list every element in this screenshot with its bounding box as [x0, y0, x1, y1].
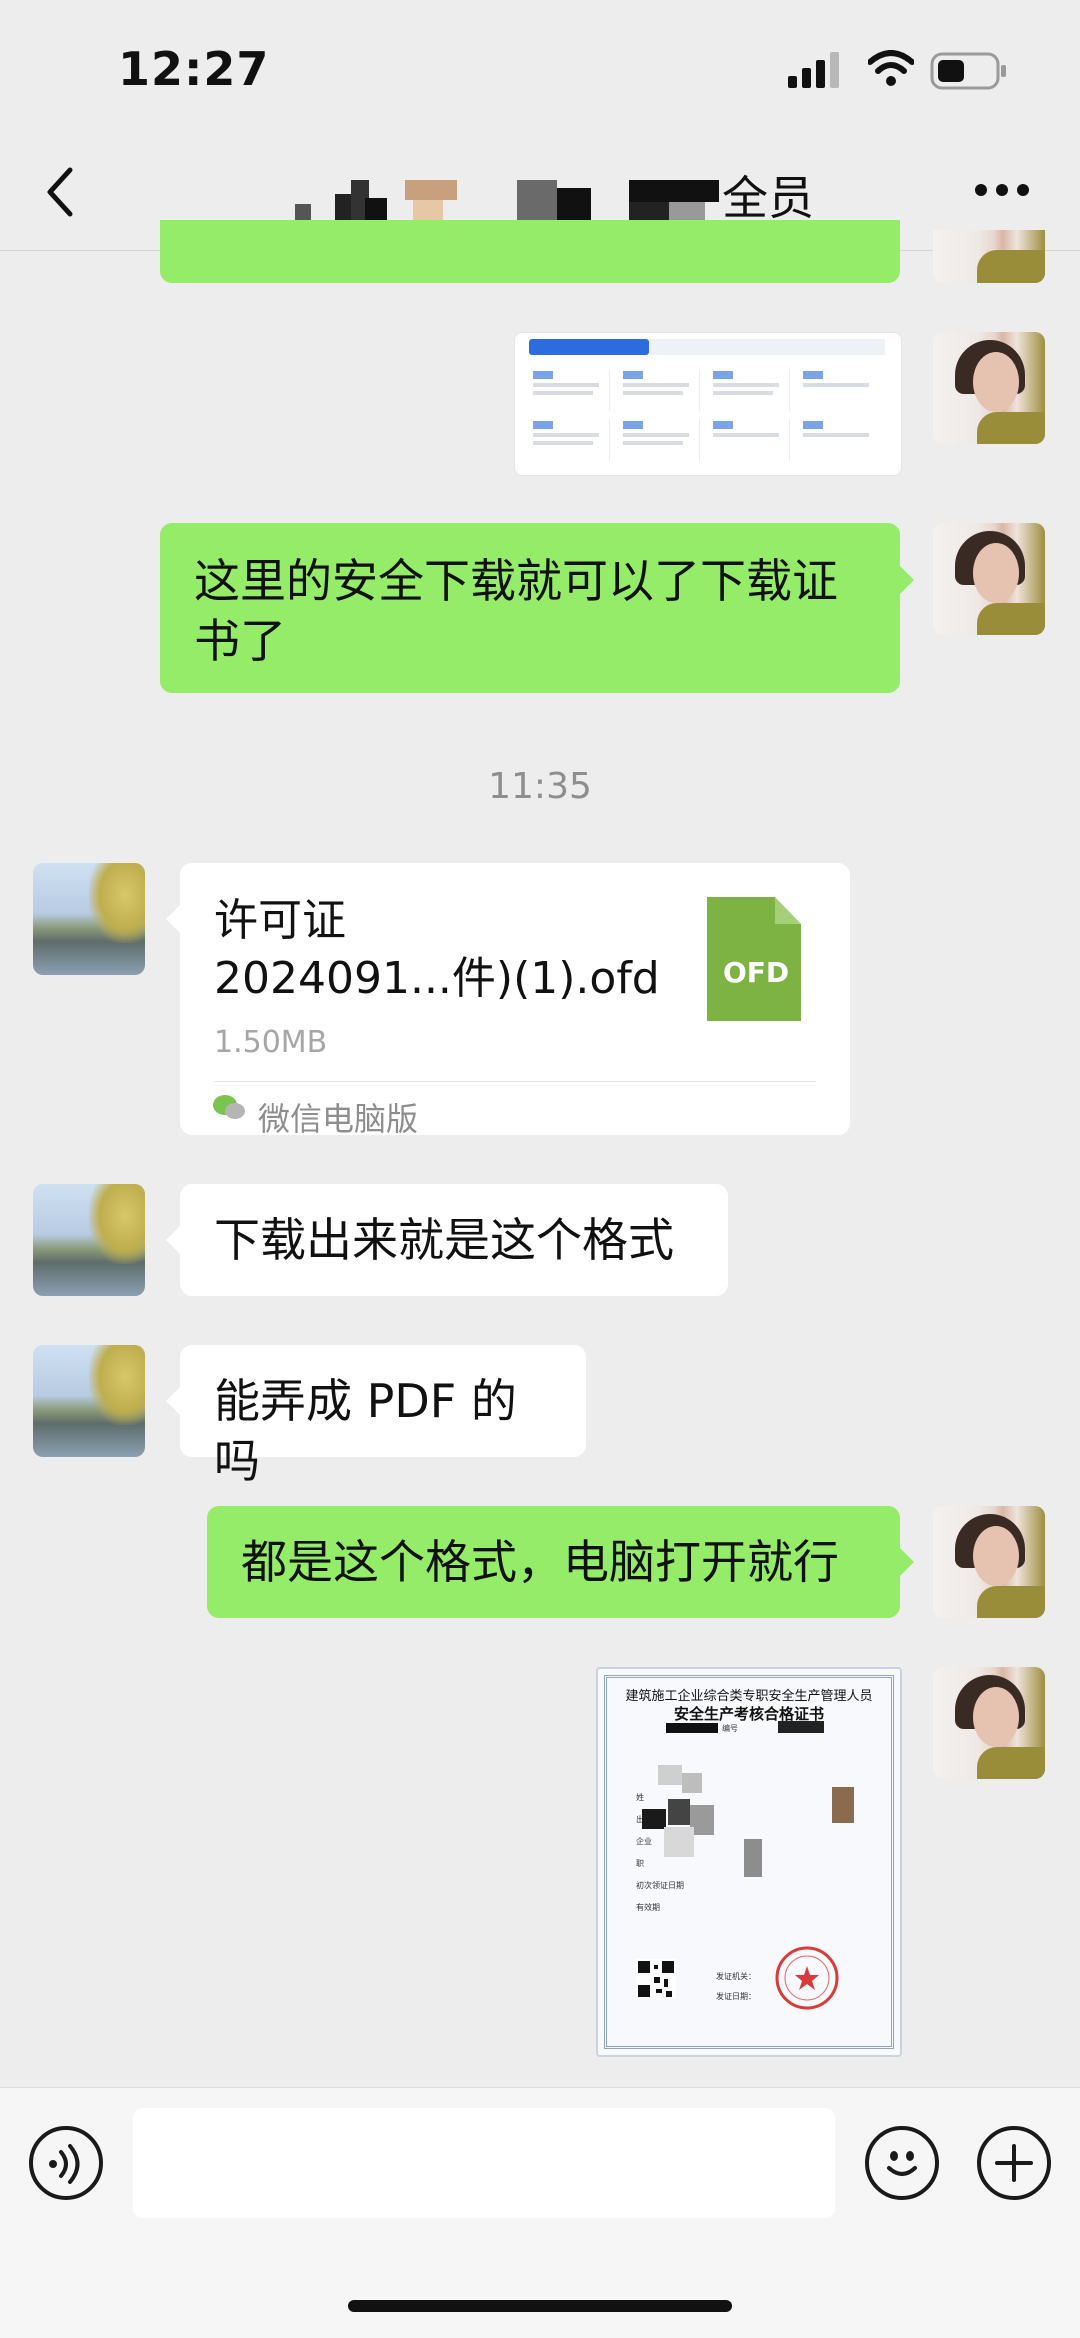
ofd-file-fold	[775, 897, 801, 924]
bubble-tail	[900, 1548, 914, 1576]
my-avatar[interactable]	[933, 230, 1045, 283]
voice-button[interactable]	[29, 2126, 103, 2200]
file-message-card[interactable]: 许可证 2024091...件)(1).ofd 1.50MB OFD 微信电脑版	[180, 863, 850, 1138]
emoji-icon	[887, 2151, 917, 2176]
my-avatar[interactable]	[933, 1506, 1045, 1618]
my-message-bubble[interactable]: 都是这个格式，电脑打开就行	[207, 1506, 900, 1618]
message-text: 这里的安全下载就可以了下载证书了	[194, 554, 838, 668]
bubble-tail	[166, 1387, 180, 1415]
bubble-tail	[166, 905, 180, 933]
message-input[interactable]	[133, 2108, 835, 2218]
certificate-title-line2: 安全生产考核合格证书	[673, 1705, 824, 1723]
official-seal-icon	[775, 1946, 839, 2010]
bubble-tail	[900, 566, 914, 594]
file-divider	[214, 1081, 816, 1082]
file-name-line1: 许可证	[214, 895, 346, 946]
add-button[interactable]	[977, 2126, 1051, 2200]
file-source: 微信电脑版	[258, 1100, 419, 1138]
voice-icon	[49, 2144, 80, 2184]
contact-avatar[interactable]	[33, 1184, 145, 1296]
my-avatar[interactable]	[933, 1667, 1045, 1779]
message-text: 都是这个格式，电脑打开就行	[241, 1535, 839, 1589]
message-bubble-partial[interactable]	[160, 220, 900, 283]
image-message-certificate[interactable]: 建筑施工企业综合类专职安全生产管理人员 安全生产考核合格证书 编号 姓 出 企业…	[596, 1667, 902, 2057]
contact-message-bubble[interactable]: 能弄成 PDF 的吗	[180, 1345, 586, 1488]
qr-code-icon	[636, 1959, 676, 1999]
certificate-title-line1: 建筑施工企业综合类专职安全生产管理人员	[625, 1689, 873, 1704]
ofd-icon-label: OFD	[723, 956, 790, 989]
my-avatar[interactable]	[933, 523, 1045, 635]
contact-avatar[interactable]	[33, 1345, 145, 1457]
certificate-no-label: 编号	[722, 1724, 738, 1733]
wifi-icon	[868, 50, 914, 86]
message-timestamp: 11:35	[488, 766, 592, 807]
image-message-screenshot[interactable]	[514, 332, 902, 476]
message-text: 能弄成 PDF 的吗	[214, 1374, 517, 1488]
back-icon[interactable]	[42, 166, 78, 218]
battery-icon	[930, 52, 1006, 90]
file-size: 1.50MB	[214, 1025, 328, 1060]
home-indicator[interactable]	[348, 2300, 732, 2312]
add-icon	[995, 2144, 1033, 2182]
my-message-bubble[interactable]: 这里的安全下载就可以了下载证书了	[160, 523, 900, 693]
redacted-name	[295, 180, 720, 220]
message-text: 下载出来就是这个格式	[214, 1213, 674, 1267]
status-time: 12:27	[118, 42, 270, 96]
my-avatar[interactable]	[933, 332, 1045, 444]
wechat-pc-icon	[213, 1095, 245, 1119]
file-name-line2: 2024091...件)(1).ofd	[214, 953, 660, 1004]
bubble-tail	[166, 1226, 180, 1254]
contact-message-bubble[interactable]: 下载出来就是这个格式	[180, 1184, 728, 1296]
certificate-issuer: 发证机关： 发证日期：	[716, 1972, 756, 2001]
chat-title: 全员	[722, 171, 814, 225]
more-icon[interactable]	[974, 182, 1030, 198]
cellular-signal-icon	[788, 52, 839, 88]
contact-avatar[interactable]	[33, 863, 145, 975]
emoji-button[interactable]	[865, 2126, 939, 2200]
